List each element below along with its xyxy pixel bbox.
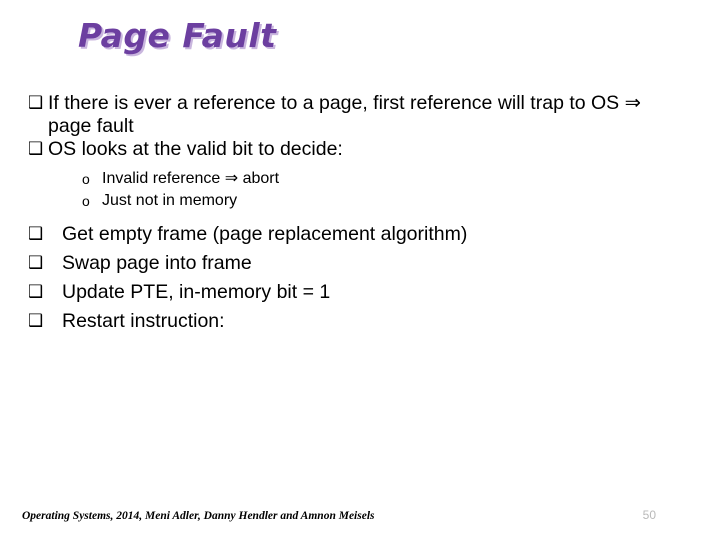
footer-credit: Operating Systems, 2014, Meni Adler, Dan…	[22, 510, 375, 522]
bullet-text: If there is ever a reference to a page, …	[48, 92, 641, 137]
bullet-text: Swap page into frame	[62, 252, 252, 274]
slide-canvas: Page Fault ❑ If there is ever a referenc…	[0, 0, 720, 540]
sub-bullet-text: Invalid reference ⇒ abort	[102, 170, 280, 187]
circle-bullet-icon: o	[82, 193, 90, 209]
bullet-item: ❑ OS looks at the valid bit to decide:	[0, 138, 720, 161]
square-bullet-icon: ❑	[28, 93, 44, 113]
bullet-item: ❑ Update PTE, in-memory bit = 1	[0, 281, 720, 304]
bullet-text: OS looks at the valid bit to decide:	[48, 138, 343, 160]
bullet-text: Restart instruction:	[62, 310, 225, 332]
page-title: Page Fault	[78, 16, 277, 55]
square-bullet-icon: ❑	[28, 253, 44, 273]
sub-bullet-item: o Just not in memory	[0, 190, 720, 212]
bullet-item: ❑ If there is ever a reference to a page…	[0, 92, 720, 138]
circle-bullet-icon: o	[82, 171, 90, 187]
square-bullet-icon: ❑	[28, 224, 44, 244]
square-bullet-icon: ❑	[28, 311, 44, 331]
page-number: 50	[642, 508, 656, 522]
sub-bullet-item: o Invalid reference ⇒ abort	[0, 168, 720, 190]
bullet-text: Update PTE, in-memory bit = 1	[62, 281, 331, 303]
bullet-item: ❑ Swap page into frame	[0, 252, 720, 275]
bullet-item: ❑ Restart instruction:	[0, 310, 720, 333]
bullet-item: ❑ Get empty frame (page replacement algo…	[0, 223, 720, 246]
slide-body: ❑ If there is ever a reference to a page…	[0, 92, 720, 333]
sub-bullet-text: Just not in memory	[102, 192, 238, 209]
bullet-text: Get empty frame (page replacement algori…	[62, 223, 468, 245]
square-bullet-icon: ❑	[28, 282, 44, 302]
square-bullet-icon: ❑	[28, 139, 44, 159]
